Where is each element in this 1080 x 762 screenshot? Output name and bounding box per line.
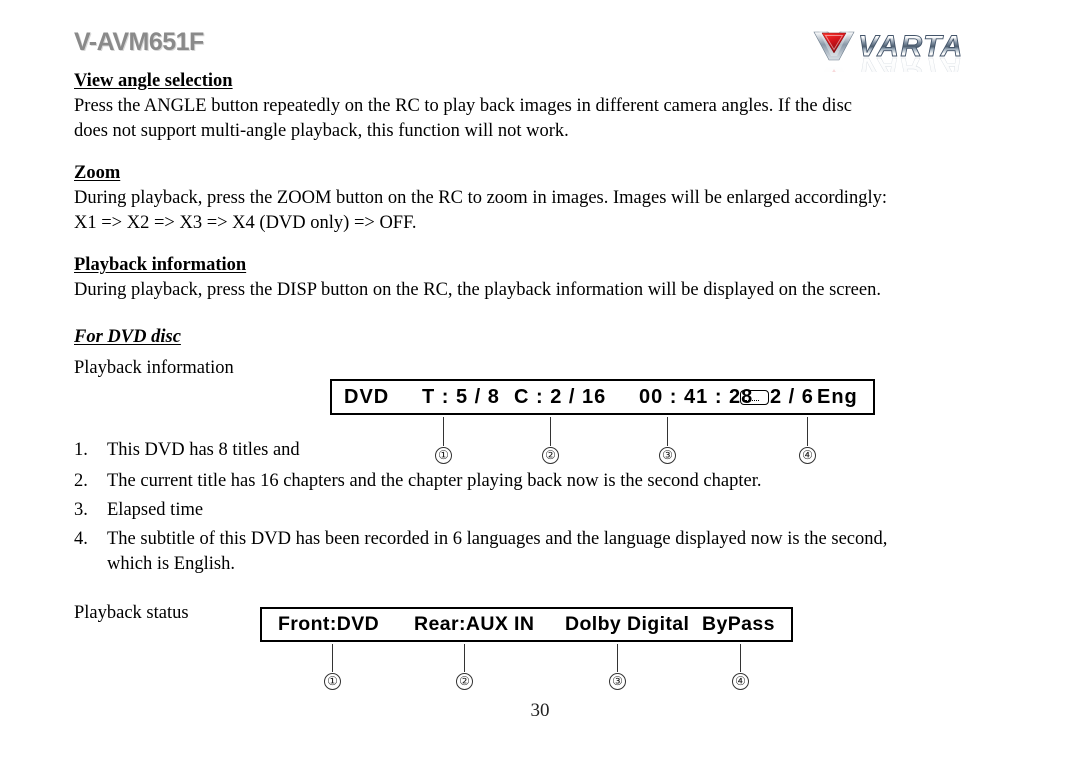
dvd-info-display: DVD T : 5 / 8 C : 2 / 16 00 : 41 : 28 2 … xyxy=(330,379,875,415)
heading-playback-information: Playback information xyxy=(74,255,247,275)
paragraph-zoom: During playback, press the ZOOM button o… xyxy=(74,186,1009,236)
label-playback-information: Playback information xyxy=(74,358,234,378)
list-item: 1. This DVD has 8 titles and xyxy=(74,438,1009,463)
dvd-language: Eng xyxy=(817,385,858,408)
status-leader-line-1 xyxy=(332,644,333,672)
heading-zoom: Zoom xyxy=(74,163,121,183)
list-marker: 2. xyxy=(74,471,88,491)
dvd-elapsed-time: 00 : 41 : 28 xyxy=(639,385,754,408)
label-playback-status: Playback status xyxy=(74,603,189,623)
varta-logo-graphic: VARTA VARTA xyxy=(813,30,964,90)
paragraph-view-angle: Press the ANGLE button repeatedly on the… xyxy=(74,94,1009,144)
status-leader-line-4 xyxy=(740,644,741,672)
list-text-line-1: The subtitle of this DVD has been record… xyxy=(107,529,888,549)
list-marker: 4. xyxy=(74,529,88,549)
zoom-line-1: During playback, press the ZOOM button o… xyxy=(74,188,887,208)
varta-logo: VARTA VARTA xyxy=(812,26,1002,90)
dvd-subtitle-field: 2 / 6 xyxy=(770,385,814,408)
status-callout-circle-4: ④ xyxy=(732,673,749,690)
document-page: V-AVM651F VARTA VARTA View angle selecti… xyxy=(0,0,1080,762)
list-text: The subtitle of this DVD has been record… xyxy=(107,527,1009,577)
list-text: This DVD has 8 titles and xyxy=(107,440,300,460)
svg-text:VARTA: VARTA xyxy=(858,51,964,72)
list-item: 3. Elapsed time xyxy=(74,498,1009,523)
status-rear-source: Rear:AUX IN xyxy=(414,613,535,635)
view-angle-line-1: Press the ANGLE button repeatedly on the… xyxy=(74,96,852,116)
status-output-mode: ByPass xyxy=(702,613,775,635)
paragraph-playback-information: During playback, press the DISP button o… xyxy=(74,280,881,300)
dvd-disc-type: DVD xyxy=(344,385,390,408)
view-angle-line-2: does not support multi-angle playback, t… xyxy=(74,121,569,141)
dvd-title-field: T : 5 / 8 xyxy=(422,385,500,408)
status-leader-line-3 xyxy=(617,644,618,672)
status-front-source: Front:DVD xyxy=(278,613,380,635)
dvd-chapter-field: C : 2 / 16 xyxy=(514,385,607,408)
dvd-subtitle-group: 2 / 6 xyxy=(740,386,814,409)
status-callout-circle-3: ③ xyxy=(609,673,626,690)
subtitle-icon xyxy=(740,389,769,405)
heading-for-dvd-disc: For DVD disc xyxy=(74,327,181,347)
list-text-line-2: which is English. xyxy=(107,554,235,574)
list-marker: 3. xyxy=(74,500,88,520)
page-number: 30 xyxy=(530,700,550,721)
status-leader-line-2 xyxy=(464,644,465,672)
page-title: V-AVM651F xyxy=(74,28,204,56)
status-callout-circle-2: ② xyxy=(456,673,473,690)
list-text: The current title has 16 chapters and th… xyxy=(107,471,762,491)
list-item: 2. The current title has 16 chapters and… xyxy=(74,469,1009,494)
status-callout-circle-1: ① xyxy=(324,673,341,690)
list-text: Elapsed time xyxy=(107,500,204,520)
list-item: 4. The subtitle of this DVD has been rec… xyxy=(74,527,1009,577)
zoom-line-2: X1 => X2 => X3 => X4 (DVD only) => OFF. xyxy=(74,213,417,233)
playback-status-display: Front:DVD Rear:AUX IN Dolby Digital ByPa… xyxy=(260,607,793,642)
heading-view-angle-selection: View angle selection xyxy=(74,71,233,91)
status-audio-format: Dolby Digital xyxy=(565,613,690,635)
list-marker: 1. xyxy=(74,440,88,460)
